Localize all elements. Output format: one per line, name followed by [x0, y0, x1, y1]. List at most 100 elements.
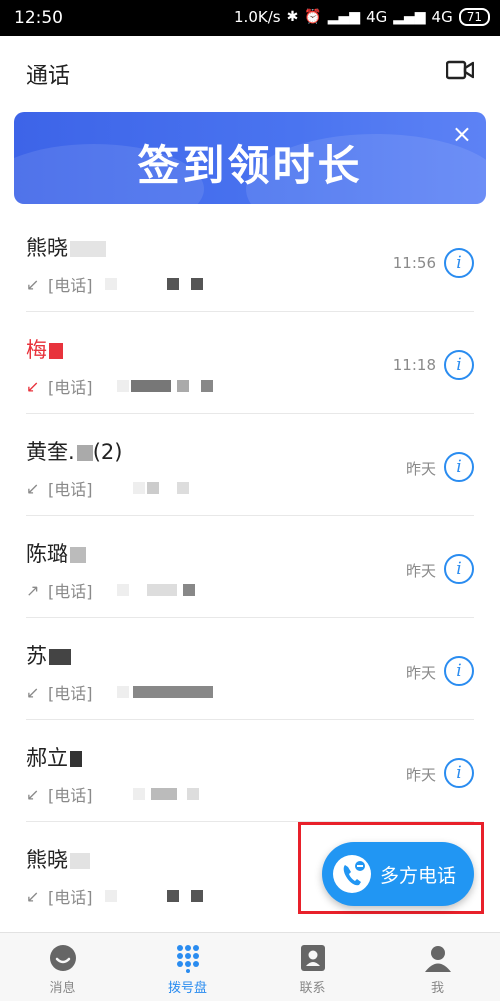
redacted-mask	[104, 278, 117, 290]
call-time: 11:56	[392, 254, 436, 272]
call-type: [电话]	[48, 480, 93, 499]
phone-icon	[333, 855, 371, 893]
redacted-mask	[116, 584, 129, 596]
call-type: [电话]	[48, 786, 93, 805]
caller-name: 苏	[26, 640, 71, 670]
outgoing-call-icon: ↗	[26, 580, 40, 600]
redacted-mask	[70, 751, 82, 767]
tab-label: 拨号盘	[167, 981, 207, 996]
battery-level: 71	[466, 10, 482, 24]
redacted-mask	[76, 445, 93, 461]
tab-label: 我	[430, 981, 444, 996]
call-detail: ↙ [电话]	[26, 272, 203, 296]
redacted-mask	[116, 686, 129, 698]
call-time: 昨天	[405, 766, 436, 784]
redacted-mask	[116, 380, 129, 392]
alarm-icon: ⏰	[304, 9, 322, 25]
call-type: [电话]	[48, 888, 93, 907]
call-type: [电话]	[48, 684, 93, 703]
tab-label: 消息	[49, 981, 76, 996]
signal-icon-2: ▂▄▆	[393, 9, 426, 25]
caller-name: 黄奎. (2)	[26, 440, 123, 464]
info-icon[interactable]: i	[444, 554, 474, 584]
incoming-call-icon: ↙	[26, 274, 40, 294]
redacted-mask	[70, 547, 86, 563]
call-row[interactable]: 黄奎. (2) ↙ [电话] 昨天 i	[0, 414, 500, 516]
redacted-mask	[190, 278, 203, 290]
redacted-mask	[176, 482, 189, 494]
call-row[interactable]: 梅 ↙ [电话] 11:18 i	[0, 312, 500, 414]
status-bar: 12:50 1.0K/s ✱ ⏰ ▂▄▆ 4G ▂▄▆ 4G 71	[0, 0, 500, 36]
tab-messages[interactable]: 消息	[0, 933, 125, 1001]
redacted-mask	[146, 482, 159, 494]
tab-label: 联系	[299, 981, 326, 996]
tab-contacts[interactable]: 联系	[250, 933, 375, 1001]
status-time: 12:50	[14, 8, 63, 28]
info-icon[interactable]: i	[444, 350, 474, 380]
redacted-mask	[132, 482, 145, 494]
redacted-mask	[130, 380, 171, 392]
redacted-mask	[49, 649, 71, 665]
call-detail: ↙ [电话]	[26, 680, 213, 704]
multi-party-call-button[interactable]: 多方电话	[322, 842, 474, 906]
redacted-mask	[190, 890, 203, 902]
call-detail: ↙ [电话]	[26, 476, 189, 500]
redacted-mask	[49, 343, 63, 359]
incoming-call-icon: ↙	[26, 478, 40, 498]
call-detail: ↗ [电话]	[26, 578, 195, 602]
signal-label-1: 4G	[366, 8, 388, 26]
caller-name: 郝立	[26, 742, 82, 772]
video-call-icon[interactable]	[446, 60, 474, 80]
redacted-mask	[104, 890, 117, 902]
incoming-call-icon: ↙	[26, 682, 40, 702]
redacted-mask	[176, 380, 189, 392]
caller-name: 陈璐	[26, 538, 86, 568]
call-row[interactable]: 陈璐 ↗ [电话] 昨天 i	[0, 516, 500, 618]
info-icon[interactable]: i	[444, 758, 474, 788]
call-type: [电话]	[48, 378, 93, 397]
redacted-mask	[166, 278, 179, 290]
tab-dialpad[interactable]: 拨号盘	[125, 933, 250, 1001]
contacts-icon	[300, 945, 325, 971]
info-icon[interactable]: i	[444, 452, 474, 482]
redacted-mask	[186, 788, 199, 800]
missed-call-icon: ↙	[26, 376, 40, 396]
call-detail: ↙ [电话]	[26, 884, 203, 908]
info-icon[interactable]: i	[444, 656, 474, 686]
caller-name: 梅	[26, 334, 63, 364]
battery-icon: 71	[458, 8, 490, 26]
redacted-mask	[70, 241, 106, 257]
incoming-call-icon: ↙	[26, 886, 40, 906]
dialpad-icon	[176, 945, 199, 973]
caller-name: 熊晓	[26, 232, 106, 262]
bluetooth-icon: ✱	[286, 9, 299, 25]
redacted-mask	[132, 686, 213, 698]
redacted-mask	[200, 380, 213, 392]
call-row[interactable]: 郝立 ↙ [电话] 昨天 i	[0, 720, 500, 822]
redacted-mask	[146, 584, 177, 596]
bottom-tab-bar: 消息 拨号盘 联系 我	[0, 932, 500, 1001]
call-type: [电话]	[48, 276, 93, 295]
page-title: 通话	[26, 64, 71, 89]
call-type: [电话]	[48, 582, 93, 601]
call-detail: ↙ [电话]	[26, 374, 213, 398]
promo-banner[interactable]: 签到领时长 ×	[14, 112, 486, 204]
call-time: 昨天	[405, 562, 436, 580]
call-time: 昨天	[405, 460, 436, 478]
redacted-mask	[132, 788, 145, 800]
call-time: 11:18	[392, 356, 436, 374]
tab-me[interactable]: 我	[375, 933, 500, 1001]
redacted-mask	[150, 788, 177, 800]
profile-icon	[424, 946, 451, 972]
banner-title: 签到领时长	[137, 141, 363, 190]
incoming-call-icon: ↙	[26, 784, 40, 804]
banner-close-icon[interactable]: ×	[452, 120, 472, 148]
call-row[interactable]: 苏 ↙ [电话] 昨天 i	[0, 618, 500, 720]
redacted-mask	[70, 853, 90, 869]
info-icon[interactable]: i	[444, 248, 474, 278]
fab-label: 多方电话	[380, 864, 457, 887]
call-row[interactable]: 熊晓 ↙ [电话] 11:56 i	[0, 210, 500, 312]
network-speed: 1.0K/s	[234, 8, 281, 26]
message-icon	[49, 945, 76, 971]
signal-label-2: 4G	[431, 8, 453, 26]
